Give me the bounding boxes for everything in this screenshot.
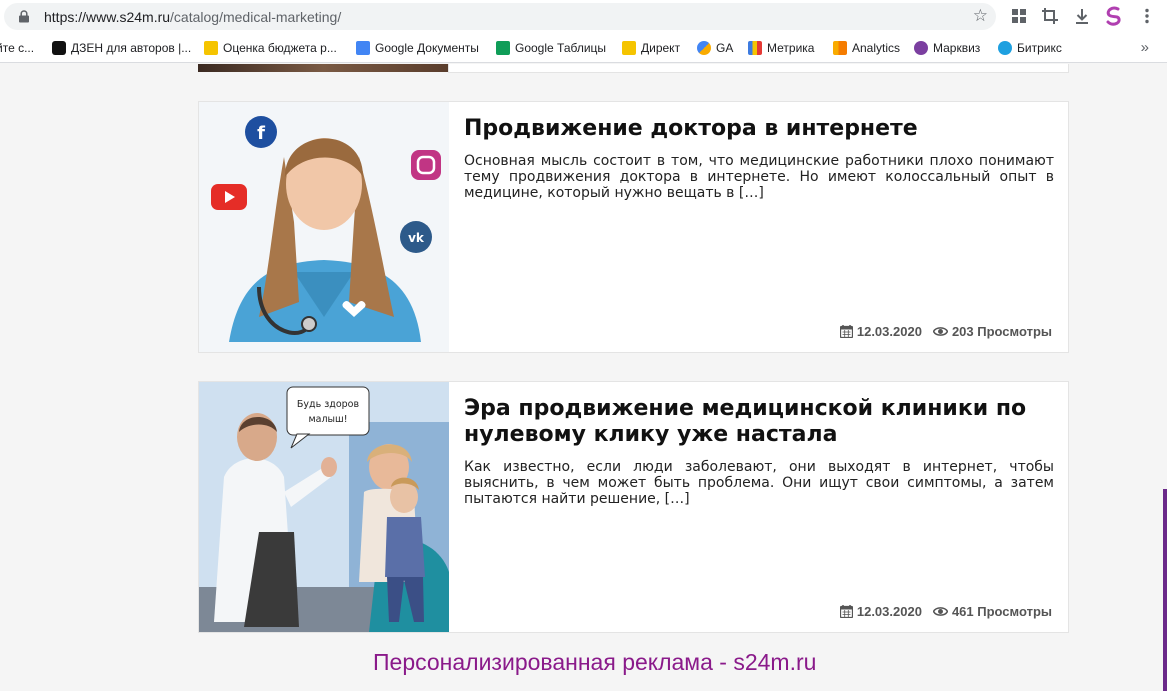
url-text: https://www.s24m.ru/catalog/medical-mark… bbox=[44, 9, 341, 25]
bookmarks-overflow-icon[interactable]: » bbox=[1141, 39, 1149, 56]
bookmark-item[interactable]: Битрикс bbox=[998, 40, 1062, 56]
bookmark-item[interactable]: Analytics bbox=[833, 40, 900, 56]
eye-icon bbox=[932, 607, 948, 616]
bookmark-label: ДЗЕН для авторов |... bbox=[71, 41, 192, 55]
profile-extension-icon[interactable] bbox=[1103, 5, 1125, 27]
bookmark-label: GA bbox=[716, 41, 734, 55]
article-excerpt: Как известно, если люди заболевают, они … bbox=[464, 459, 1054, 507]
analytics-icon bbox=[833, 41, 847, 55]
marquiz-icon bbox=[914, 41, 928, 55]
dzen-icon bbox=[52, 41, 66, 55]
article-views: 461 Просмотры bbox=[951, 604, 1052, 619]
extensions-icon[interactable] bbox=[1010, 7, 1028, 25]
previous-article-card bbox=[448, 64, 1069, 73]
yandex-icon bbox=[204, 41, 218, 55]
bookmark-item[interactable]: Директ bbox=[622, 40, 680, 56]
article-views: 203 Просмотры bbox=[951, 324, 1052, 339]
google-sheets-icon bbox=[496, 41, 510, 55]
address-bar[interactable]: https://www.s24m.ru/catalog/medical-mark… bbox=[4, 3, 996, 30]
views-info: 203 Просмотры bbox=[932, 324, 1052, 339]
calendar-icon bbox=[839, 325, 853, 338]
article-meta: 12.03.2020 461 Просмотры bbox=[839, 604, 1052, 619]
bookmark-item[interactable]: GA bbox=[697, 40, 733, 56]
bookmark-label: Google Таблицы bbox=[515, 41, 607, 55]
crop-icon[interactable] bbox=[1041, 7, 1059, 25]
article-excerpt: Основная мысль состоит в том, что медици… bbox=[464, 153, 1054, 201]
speech-bubble-line2: малыш! bbox=[308, 414, 347, 425]
bookmark-label: Директ bbox=[641, 41, 681, 55]
bookmark-star-icon[interactable]: ☆ bbox=[973, 7, 988, 25]
bookmark-label: йте с... bbox=[0, 41, 35, 55]
article-thumbnail[interactable]: f vk bbox=[199, 102, 449, 352]
bookmark-label: Google Документы bbox=[375, 41, 479, 55]
article-title[interactable]: Эра продвижение медицинской клиники по н… bbox=[464, 396, 1064, 448]
bookmark-item[interactable]: Google Документы bbox=[356, 40, 479, 56]
eye-icon bbox=[932, 327, 948, 336]
page-content: f vk Продвижение доктора в интернете Осн… bbox=[0, 64, 1167, 691]
article-thumbnail[interactable]: Будь здоров малыш! bbox=[199, 382, 449, 632]
bookmarks-bar: йте с... ДЗЕН для авторов |... Оценка бю… bbox=[0, 33, 1167, 63]
speech-bubble-line1: Будь здоров bbox=[297, 399, 360, 410]
url-host: https://www.s24m.ru bbox=[44, 9, 171, 25]
article-title[interactable]: Продвижение доктора в интернете bbox=[464, 116, 1064, 142]
calendar-icon bbox=[839, 605, 853, 618]
bookmark-item[interactable]: ДЗЕН для авторов |... bbox=[52, 40, 191, 56]
url-path: /catalog/medical-marketing/ bbox=[170, 9, 342, 25]
yandex-direct-icon bbox=[622, 41, 636, 55]
svg-text:vk: vk bbox=[408, 231, 425, 245]
bitrix-icon bbox=[998, 41, 1012, 55]
bookmark-label: Analytics bbox=[852, 41, 901, 55]
browser-toolbar: https://www.s24m.ru/catalog/medical-mark… bbox=[0, 0, 1167, 33]
watermark-caption: Персонализированная реклама - s24m.ru bbox=[373, 649, 817, 675]
download-icon[interactable] bbox=[1073, 7, 1091, 25]
date-info: 12.03.2020 bbox=[839, 604, 922, 619]
bookmark-item[interactable]: йте с... bbox=[0, 40, 34, 56]
views-info: 461 Просмотры bbox=[932, 604, 1052, 619]
article-date: 12.03.2020 bbox=[856, 604, 922, 619]
bookmark-label: Метрика bbox=[767, 41, 815, 55]
article-meta: 12.03.2020 203 Просмотры bbox=[839, 324, 1052, 339]
metrika-icon bbox=[748, 41, 762, 55]
bookmark-label: Битрикс bbox=[1017, 41, 1062, 55]
article-date: 12.03.2020 bbox=[856, 324, 922, 339]
menu-kebab-icon[interactable] bbox=[1138, 7, 1156, 25]
bookmark-item[interactable]: Марквиз bbox=[914, 40, 980, 56]
previous-article-thumbnail[interactable] bbox=[198, 64, 448, 72]
lock-icon bbox=[19, 10, 29, 23]
bookmark-item[interactable]: Метрика bbox=[748, 40, 814, 56]
svg-text:f: f bbox=[257, 123, 265, 144]
bookmark-item[interactable]: Google Таблицы bbox=[496, 40, 606, 56]
scrollbar[interactable] bbox=[1163, 489, 1167, 691]
bookmark-item[interactable]: Оценка бюджета р... bbox=[204, 40, 337, 56]
google-ads-icon bbox=[697, 41, 711, 55]
article-card[interactable]: Будь здоров малыш! Эра продвижение медиц… bbox=[198, 381, 1069, 633]
bookmark-label: Оценка бюджета р... bbox=[223, 41, 337, 55]
article-card[interactable]: f vk Продвижение доктора в интернете Осн… bbox=[198, 101, 1069, 353]
bookmark-label: Марквиз bbox=[933, 41, 981, 55]
google-docs-icon bbox=[356, 41, 370, 55]
date-info: 12.03.2020 bbox=[839, 324, 922, 339]
